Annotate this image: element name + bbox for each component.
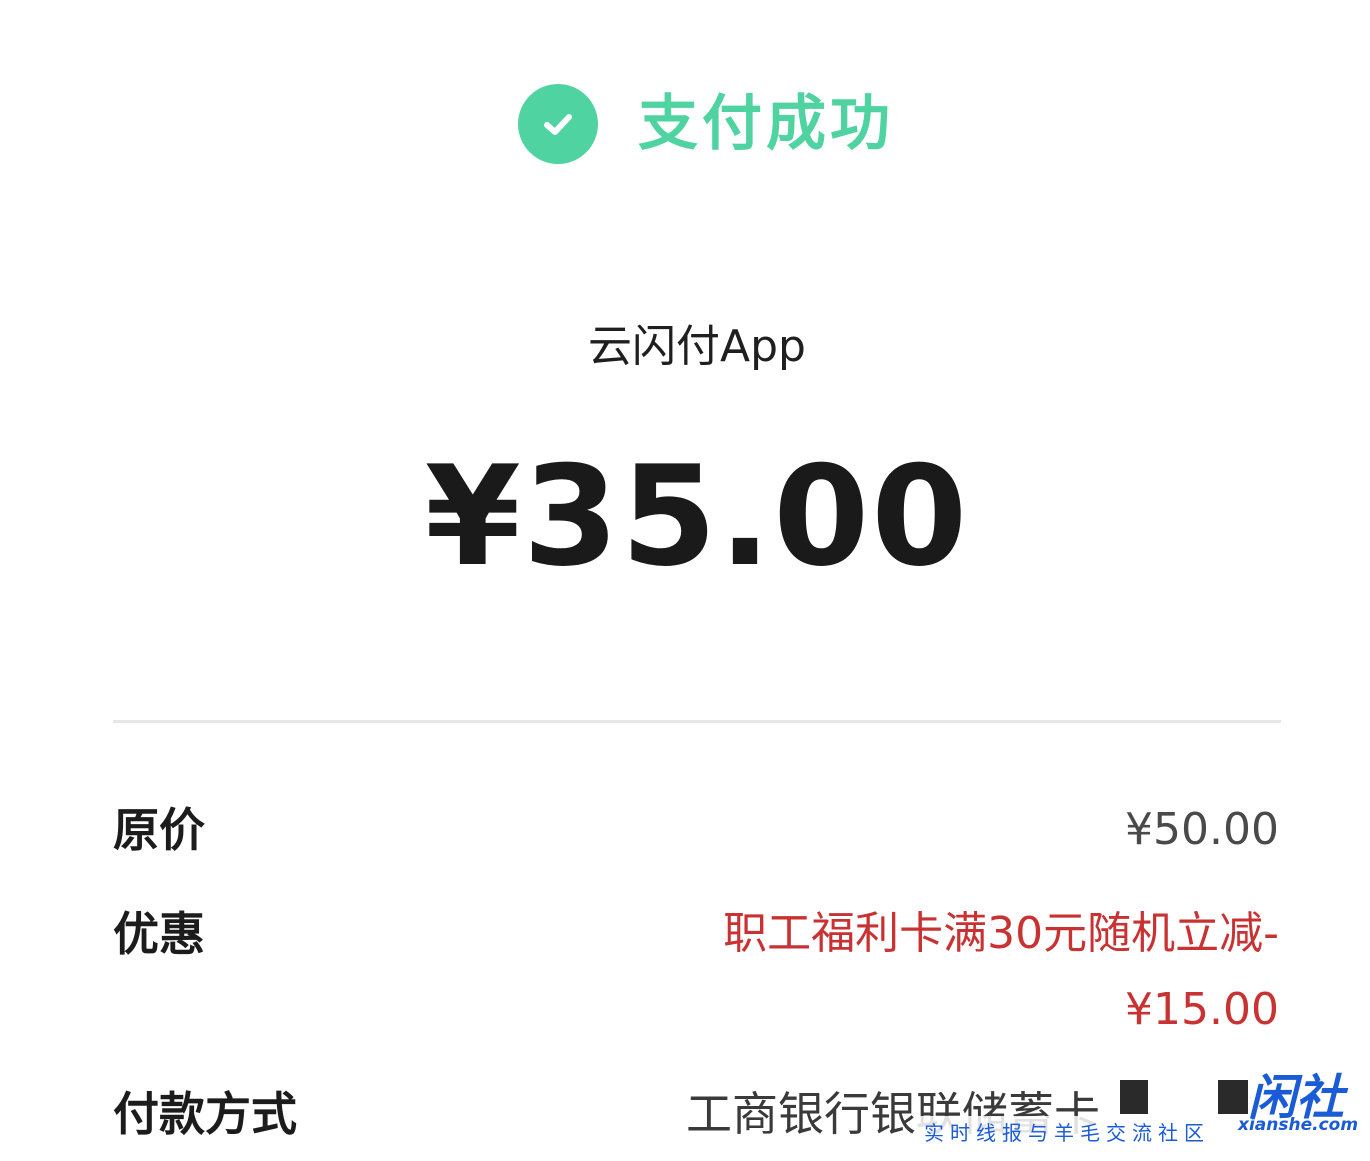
payment-result-page: 支付成功 云闪付App ¥35.00 原价 ¥50.00 优惠 职工福利卡满30… [0, 0, 1370, 1161]
discount-amount: ¥15.00 [1125, 984, 1279, 1035]
paid-amount: ¥35.00 [424, 436, 970, 597]
redaction-mark [1120, 1080, 1148, 1114]
payment-method-label: 付款方式 [113, 1087, 297, 1141]
discount-description: 职工福利卡满30元随机立减- [723, 908, 1279, 959]
watermark-domain: xianshe.com [1238, 1115, 1359, 1135]
check-circle-icon [518, 84, 598, 164]
original-price-value: ¥50.00 [1125, 804, 1279, 855]
success-title: 支付成功 [638, 89, 894, 159]
divider [113, 720, 1281, 723]
watermark-caption: 实时线报与羊毛交流社区 [918, 1116, 1216, 1150]
merchant-name: 云闪付App [588, 321, 806, 372]
original-price-label: 原价 [113, 803, 205, 857]
success-header: 支付成功 [518, 82, 894, 166]
discount-label: 优惠 [113, 907, 205, 961]
